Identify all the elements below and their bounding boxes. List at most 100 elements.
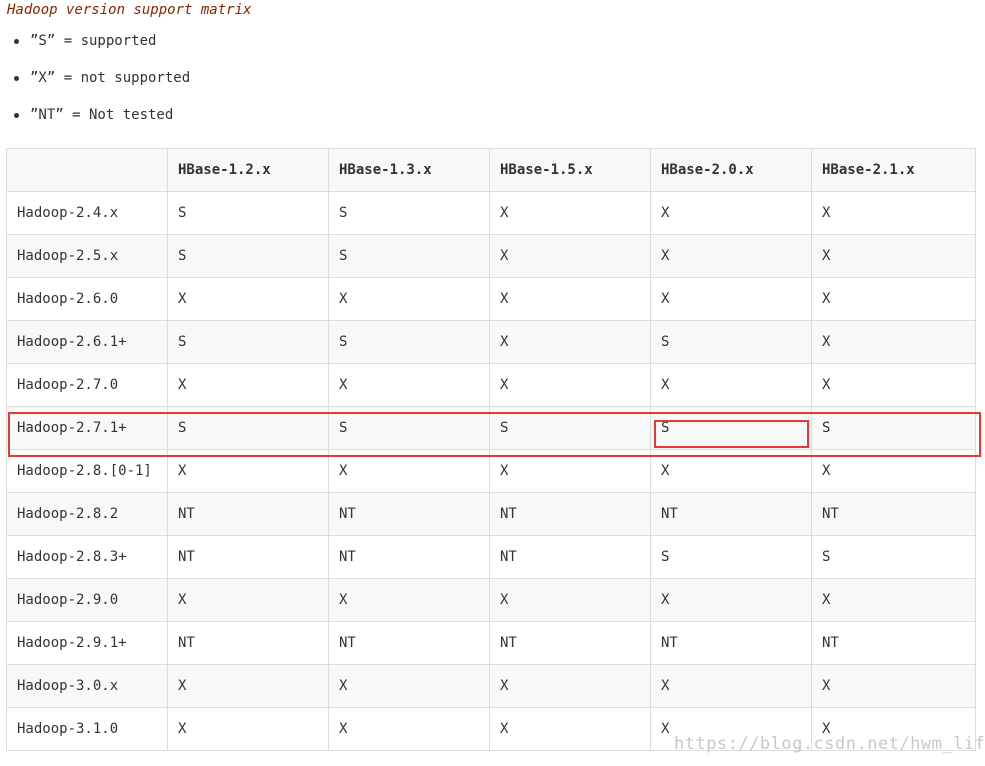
support-cell: S xyxy=(650,535,812,579)
support-cell: X xyxy=(328,664,490,708)
support-cell: X xyxy=(167,578,329,622)
table-row: Hadoop-2.5.x S S X X X xyxy=(6,234,976,278)
row-label-cell: Hadoop-2.8.3+ xyxy=(6,535,168,579)
legend-item-not-supported: ”X” = not supported xyxy=(12,67,190,104)
support-cell: S xyxy=(167,406,329,450)
row-label-cell: Hadoop-2.7.1+ xyxy=(6,406,168,450)
support-cell: X xyxy=(489,707,651,751)
support-matrix-table: HBase-1.2.x HBase-1.3.x HBase-1.5.x HBas… xyxy=(6,148,976,751)
support-cell: X xyxy=(811,664,976,708)
support-cell: X xyxy=(489,664,651,708)
header-cell-corner xyxy=(6,148,168,192)
support-cell: X xyxy=(811,449,976,493)
support-cell: X xyxy=(489,449,651,493)
table-header-row: HBase-1.2.x HBase-1.3.x HBase-1.5.x HBas… xyxy=(6,148,976,192)
legend-item-supported: ”S” = supported xyxy=(12,30,190,67)
support-cell: NT xyxy=(167,535,329,579)
support-cell: X xyxy=(650,664,812,708)
support-cell: X xyxy=(328,578,490,622)
row-label-cell: Hadoop-2.9.1+ xyxy=(6,621,168,665)
support-cell: X xyxy=(167,277,329,321)
bullet-icon xyxy=(14,76,19,81)
row-label-cell: Hadoop-2.9.0 xyxy=(6,578,168,622)
row-label-cell: Hadoop-3.0.x xyxy=(6,664,168,708)
support-cell: X xyxy=(167,707,329,751)
support-cell: X xyxy=(328,277,490,321)
table-row: Hadoop-2.8.2 NT NT NT NT NT xyxy=(6,492,976,536)
row-label-cell: Hadoop-2.6.0 xyxy=(6,277,168,321)
support-cell: S xyxy=(328,320,490,364)
row-label-cell: Hadoop-2.8.2 xyxy=(6,492,168,536)
support-cell: NT xyxy=(650,621,812,665)
support-cell-highlighted: S xyxy=(650,406,812,450)
table-row: Hadoop-2.4.x S S X X X xyxy=(6,191,976,235)
bullet-icon xyxy=(14,113,19,118)
support-cell: X xyxy=(167,449,329,493)
row-label-cell: Hadoop-2.7.0 xyxy=(6,363,168,407)
legend-item-label: ”S” = supported xyxy=(30,33,157,49)
table-row: Hadoop-2.7.0 X X X X X xyxy=(6,363,976,407)
support-cell: X xyxy=(811,363,976,407)
legend-item-label: ”X” = not supported xyxy=(30,70,191,86)
header-cell-hbase-2-0: HBase-2.0.x xyxy=(650,148,812,192)
support-cell: NT xyxy=(489,535,651,579)
support-cell: X xyxy=(650,277,812,321)
header-cell-hbase-1-2: HBase-1.2.x xyxy=(167,148,329,192)
support-cell: NT xyxy=(167,492,329,536)
support-cell: NT xyxy=(328,535,490,579)
support-cell: S xyxy=(650,320,812,364)
support-cell: NT xyxy=(811,621,976,665)
support-cell: X xyxy=(489,234,651,278)
table-row: Hadoop-2.6.0 X X X X X xyxy=(6,277,976,321)
table-row: Hadoop-2.8.[0-1] X X X X X xyxy=(6,449,976,493)
support-cell: NT xyxy=(328,492,490,536)
support-cell: NT xyxy=(650,492,812,536)
support-cell: X xyxy=(650,191,812,235)
row-label-cell: Hadoop-2.6.1+ xyxy=(6,320,168,364)
support-cell: X xyxy=(650,234,812,278)
support-cell: NT xyxy=(811,492,976,536)
legend-item-not-tested: ”NT” = Not tested xyxy=(12,104,190,141)
support-cell: NT xyxy=(489,492,651,536)
support-cell: X xyxy=(328,707,490,751)
support-cell: S xyxy=(811,535,976,579)
support-cell: X xyxy=(489,191,651,235)
support-cell: X xyxy=(811,277,976,321)
support-cell: NT xyxy=(167,621,329,665)
watermark: https://blog.csdn.net/hwm_life xyxy=(674,734,985,754)
support-cell: S xyxy=(489,406,651,450)
header-cell-hbase-2-1: HBase-2.1.x xyxy=(811,148,976,192)
support-cell: S xyxy=(328,406,490,450)
support-cell: X xyxy=(489,578,651,622)
support-cell: S xyxy=(811,406,976,450)
support-cell: X xyxy=(811,191,976,235)
support-cell: X xyxy=(650,363,812,407)
support-cell: S xyxy=(167,320,329,364)
support-cell: X xyxy=(328,449,490,493)
support-cell: X xyxy=(489,277,651,321)
support-cell: X xyxy=(811,578,976,622)
support-cell: X xyxy=(811,320,976,364)
support-cell: NT xyxy=(489,621,651,665)
table-row: Hadoop-2.9.0 X X X X X xyxy=(6,578,976,622)
row-label-cell: Hadoop-3.1.0 xyxy=(6,707,168,751)
table-row: Hadoop-2.9.1+ NT NT NT NT NT xyxy=(6,621,976,665)
support-cell: X xyxy=(650,449,812,493)
support-cell: X xyxy=(650,578,812,622)
table-row: Hadoop-3.0.x X X X X X xyxy=(6,664,976,708)
support-cell: S xyxy=(167,234,329,278)
support-cell: S xyxy=(328,234,490,278)
support-cell: S xyxy=(328,191,490,235)
support-cell: S xyxy=(167,191,329,235)
row-label-cell: Hadoop-2.4.x xyxy=(6,191,168,235)
support-cell: X xyxy=(328,363,490,407)
table-row-highlighted: Hadoop-2.7.1+ S S S S S xyxy=(6,406,976,450)
matrix-caption: Hadoop version support matrix xyxy=(7,2,252,18)
support-cell: X xyxy=(167,363,329,407)
row-label-cell: Hadoop-2.5.x xyxy=(6,234,168,278)
legend-list: ”S” = supported ”X” = not supported ”NT”… xyxy=(12,30,190,141)
support-cell: X xyxy=(489,320,651,364)
support-cell: X xyxy=(811,234,976,278)
row-label-cell: Hadoop-2.8.[0-1] xyxy=(6,449,168,493)
support-cell: NT xyxy=(328,621,490,665)
